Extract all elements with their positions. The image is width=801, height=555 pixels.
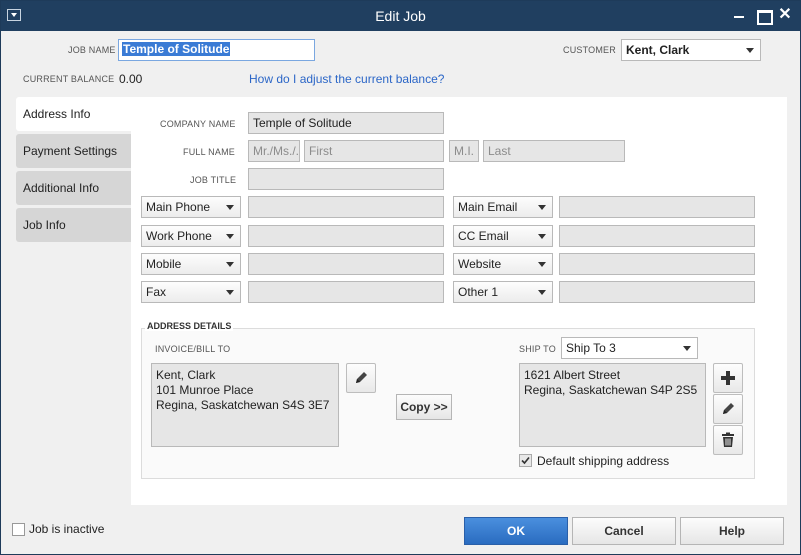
tab-label: Job Info bbox=[23, 218, 66, 232]
contact-type-select-5[interactable]: Main Email bbox=[453, 196, 553, 218]
delete-ship-to-button[interactable] bbox=[713, 425, 743, 455]
contact-type-select-8[interactable]: Other 1 bbox=[453, 281, 553, 303]
main-email-input[interactable] bbox=[559, 196, 755, 218]
chevron-down-icon bbox=[226, 205, 234, 210]
add-ship-to-button[interactable] bbox=[713, 363, 743, 393]
customer-value: Kent, Clark bbox=[626, 43, 690, 57]
first-name-input[interactable]: First bbox=[304, 140, 444, 162]
tab-job-info[interactable]: Job Info bbox=[16, 208, 131, 242]
chevron-down-icon bbox=[538, 262, 546, 267]
default-shipping-checkbox[interactable] bbox=[519, 454, 532, 467]
cancel-button[interactable]: Cancel bbox=[572, 517, 676, 545]
job-inactive-label: Job is inactive bbox=[29, 522, 105, 536]
current-balance-value: 0.00 bbox=[119, 72, 143, 86]
contact-type-label: Fax bbox=[146, 285, 167, 299]
trash-icon bbox=[722, 432, 734, 447]
job-title-input[interactable] bbox=[248, 168, 444, 190]
other-1-input[interactable] bbox=[559, 281, 755, 303]
minimize-icon[interactable] bbox=[729, 5, 749, 25]
edit-ship-to-button[interactable] bbox=[713, 394, 743, 424]
contact-type-label: Main Phone bbox=[146, 200, 211, 214]
fax-input[interactable] bbox=[248, 281, 444, 303]
tab-label: Address Info bbox=[23, 107, 91, 121]
help-button[interactable]: Help bbox=[680, 517, 784, 545]
tab-additional-info[interactable]: Additional Info bbox=[16, 171, 131, 205]
tab-label: Payment Settings bbox=[23, 144, 118, 158]
chevron-down-icon bbox=[683, 346, 691, 351]
ship-to-label: SHIP TO bbox=[519, 344, 556, 354]
address-details-label: ADDRESS DETAILS bbox=[145, 321, 234, 331]
customer-label: CUSTOMER bbox=[563, 45, 616, 55]
contact-type-select-7[interactable]: Website bbox=[453, 253, 553, 275]
chevron-down-icon bbox=[226, 234, 234, 239]
customer-select[interactable]: Kent, Clark bbox=[621, 39, 761, 61]
contact-type-select-2[interactable]: Work Phone bbox=[141, 225, 241, 247]
contact-type-select-1[interactable]: Main Phone bbox=[141, 196, 241, 218]
prefix-input[interactable]: Mr./Ms./... bbox=[248, 140, 300, 162]
full-name-label: FULL NAME bbox=[183, 147, 235, 157]
contact-type-label: Mobile bbox=[146, 257, 182, 271]
window-title: Edit Job bbox=[375, 8, 426, 24]
contact-type-select-6[interactable]: CC Email bbox=[453, 225, 553, 247]
middle-initial-input[interactable]: M.I. bbox=[449, 140, 479, 162]
contact-type-select-4[interactable]: Fax bbox=[141, 281, 241, 303]
plus-icon bbox=[721, 371, 735, 385]
default-shipping-label: Default shipping address bbox=[537, 454, 670, 468]
chevron-down-icon bbox=[226, 290, 234, 295]
ship-to-select[interactable]: Ship To 3 bbox=[561, 337, 698, 359]
edit-bill-to-button[interactable] bbox=[346, 363, 376, 393]
ship-to-value: Ship To 3 bbox=[566, 341, 616, 355]
copy-address-button[interactable]: Copy >> bbox=[396, 394, 452, 420]
contact-type-label: Work Phone bbox=[146, 229, 212, 243]
tab-payment-settings[interactable]: Payment Settings bbox=[16, 134, 131, 168]
contact-type-label: Website bbox=[458, 257, 502, 271]
pencil-icon bbox=[356, 372, 367, 383]
job-name-input[interactable]: Temple of Solitude bbox=[118, 39, 315, 61]
ok-button[interactable]: OK bbox=[464, 517, 568, 545]
chevron-down-icon bbox=[226, 262, 234, 267]
job-name-label: JOB NAME bbox=[68, 45, 116, 55]
pencil-icon bbox=[723, 403, 734, 414]
company-name-label: COMPANY NAME bbox=[160, 119, 236, 129]
job-title-label: JOB TITLE bbox=[190, 175, 237, 185]
edit-job-window: Edit Job ✕ JOB NAME Temple of Solitude C… bbox=[0, 0, 801, 555]
job-name-value: Temple of Solitude bbox=[122, 42, 231, 56]
work-phone-input[interactable] bbox=[248, 225, 444, 247]
current-balance-label: CURRENT BALANCE bbox=[23, 74, 115, 84]
main-phone-input[interactable] bbox=[248, 196, 444, 218]
chevron-down-icon bbox=[538, 205, 546, 210]
cc-email-input[interactable] bbox=[559, 225, 755, 247]
mobile-input[interactable] bbox=[248, 253, 444, 275]
job-inactive-checkbox[interactable] bbox=[12, 523, 25, 536]
contact-type-label: Main Email bbox=[458, 200, 518, 214]
company-name-input[interactable]: Temple of Solitude bbox=[248, 112, 444, 134]
close-icon[interactable]: ✕ bbox=[775, 5, 795, 25]
contact-type-label: Other 1 bbox=[458, 285, 499, 299]
chevron-down-icon bbox=[538, 234, 546, 239]
chevron-down-icon bbox=[538, 290, 546, 295]
tab-label: Additional Info bbox=[23, 181, 100, 195]
maximize-icon[interactable] bbox=[753, 5, 773, 25]
ship-to-address[interactable]: 1621 Albert Street Regina, Saskatchewan … bbox=[519, 363, 706, 447]
checkmark-icon bbox=[521, 456, 530, 465]
bill-to-label: INVOICE/BILL TO bbox=[155, 344, 231, 354]
contact-type-select-3[interactable]: Mobile bbox=[141, 253, 241, 275]
website-input[interactable] bbox=[559, 253, 755, 275]
tab-address-info[interactable]: Address Info bbox=[16, 97, 131, 131]
last-name-input[interactable]: Last bbox=[483, 140, 625, 162]
bill-to-address[interactable]: Kent, Clark 101 Munroe Place Regina, Sas… bbox=[151, 363, 339, 447]
balance-help-link[interactable]: How do I adjust the current balance? bbox=[249, 72, 444, 86]
title-bar: Edit Job ✕ bbox=[1, 1, 800, 31]
contact-type-label: CC Email bbox=[458, 229, 509, 243]
chevron-down-icon bbox=[746, 48, 754, 53]
